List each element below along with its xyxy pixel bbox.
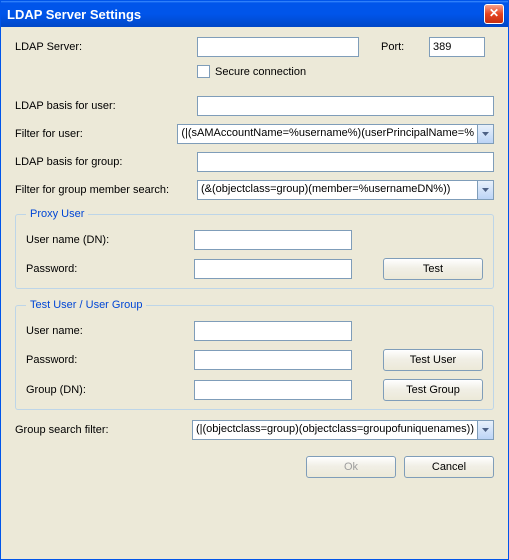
button-test-user[interactable]: Test User — [383, 349, 483, 371]
dialog-footer: Ok Cancel — [1, 450, 508, 490]
fieldset-test-user: Test User / User Group User name: Passwo… — [15, 299, 494, 410]
label-user-basis: LDAP basis for user: — [15, 100, 197, 112]
button-test-group[interactable]: Test Group — [383, 379, 483, 401]
combo-group-search-filter-text: (|(objectclass=group)(objectclass=groupo… — [193, 421, 477, 439]
label-user-filter: Filter for user: — [15, 128, 177, 140]
combo-user-filter-button[interactable] — [477, 125, 493, 143]
combo-group-member-filter-button[interactable] — [477, 181, 493, 199]
row-user-basis: LDAP basis for user: — [15, 96, 494, 116]
label-proxy-password: Password: — [26, 263, 194, 275]
button-ok[interactable]: Ok — [306, 456, 396, 478]
row-proxy-password: Password: Test — [26, 258, 483, 280]
label-proxy-username: User name (DN): — [26, 234, 194, 246]
label-test-group: Group (DN): — [26, 384, 194, 396]
combo-group-search-filter[interactable]: (|(objectclass=group)(objectclass=groupo… — [192, 420, 494, 440]
label-secure-connection: Secure connection — [215, 66, 306, 78]
input-user-basis[interactable] — [197, 96, 494, 116]
label-ldap-server: LDAP Server: — [15, 41, 197, 53]
checkbox-secure-connection[interactable]: Secure connection — [197, 65, 306, 78]
input-ldap-server[interactable] — [197, 37, 359, 57]
chevron-down-icon — [482, 428, 489, 432]
combo-user-filter-text: (|(sAMAccountName=%username%)(userPrinci… — [178, 125, 477, 143]
chevron-down-icon — [482, 188, 489, 192]
input-test-password[interactable] — [194, 350, 352, 370]
close-icon: ✕ — [489, 6, 499, 20]
legend-test-user: Test User / User Group — [26, 299, 146, 311]
row-proxy-username: User name (DN): — [26, 230, 483, 250]
row-ldap-server: LDAP Server: Port: — [15, 37, 494, 57]
fieldset-proxy-user: Proxy User User name (DN): Password: Tes… — [15, 208, 494, 289]
combo-group-member-filter-text: (&(objectclass=group)(member=%usernameDN… — [198, 181, 477, 199]
button-cancel[interactable]: Cancel — [404, 456, 494, 478]
label-test-password: Password: — [26, 354, 194, 366]
row-secure: Secure connection — [197, 65, 494, 78]
close-button[interactable]: ✕ — [484, 4, 504, 24]
chevron-down-icon — [482, 132, 489, 136]
dialog-content: LDAP Server: Port: Secure connection LDA… — [1, 27, 508, 450]
row-group-search-filter: Group search filter: (|(objectclass=grou… — [15, 420, 494, 440]
window-title: LDAP Server Settings — [7, 7, 141, 22]
input-port[interactable] — [429, 37, 485, 57]
input-test-group[interactable] — [194, 380, 352, 400]
label-group-member-filter: Filter for group member search: — [15, 184, 197, 196]
legend-proxy-user: Proxy User — [26, 208, 88, 220]
combo-user-filter[interactable]: (|(sAMAccountName=%username%)(userPrinci… — [177, 124, 494, 144]
row-group-basis: LDAP basis for group: — [15, 152, 494, 172]
combo-group-member-filter[interactable]: (&(objectclass=group)(member=%usernameDN… — [197, 180, 494, 200]
input-proxy-password[interactable] — [194, 259, 352, 279]
row-group-member-filter: Filter for group member search: (&(objec… — [15, 180, 494, 200]
row-user-filter: Filter for user: (|(sAMAccountName=%user… — [15, 124, 494, 144]
checkbox-box-icon — [197, 65, 210, 78]
input-proxy-username[interactable] — [194, 230, 352, 250]
input-test-username[interactable] — [194, 321, 352, 341]
label-test-username: User name: — [26, 325, 194, 337]
combo-group-search-filter-button[interactable] — [477, 421, 493, 439]
label-group-search-filter: Group search filter: — [15, 424, 192, 436]
row-test-username: User name: — [26, 321, 483, 341]
input-group-basis[interactable] — [197, 152, 494, 172]
label-group-basis: LDAP basis for group: — [15, 156, 197, 168]
label-port: Port: — [381, 41, 429, 53]
button-test[interactable]: Test — [383, 258, 483, 280]
title-bar: LDAP Server Settings ✕ — [1, 1, 508, 27]
row-test-password: Password: Test User — [26, 349, 483, 371]
row-test-group: Group (DN): Test Group — [26, 379, 483, 401]
